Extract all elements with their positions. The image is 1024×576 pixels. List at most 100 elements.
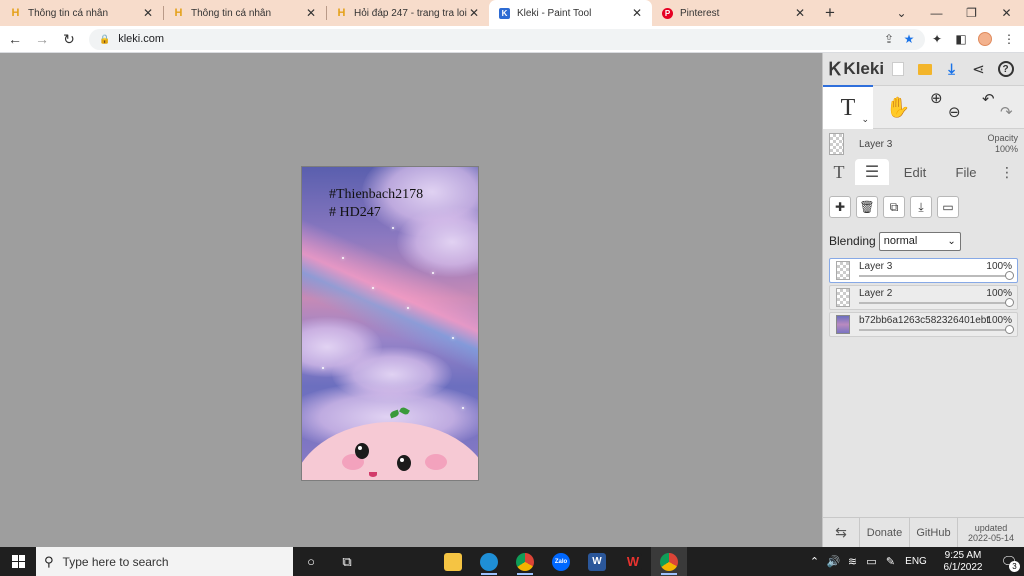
tab-layers[interactable]: ☰ [855,159,889,185]
profile-avatar[interactable] [973,27,997,51]
windows-logo-icon [11,555,25,568]
donate-link[interactable]: Donate [860,517,910,548]
side-panel-icon[interactable]: ◧ [949,27,973,51]
close-tab-icon[interactable]: ✕ [793,6,807,20]
layer-toolbar: ✚ 🗑 ⧉ ⤓ ▭ [823,185,1024,229]
trash-icon: 🗑 [859,200,875,214]
pen-icon[interactable]: ✎ [881,555,900,568]
tab-text-settings[interactable]: T [823,159,855,185]
undo-icon[interactable]: ↶ [982,90,995,108]
slider-knob[interactable] [1005,271,1014,280]
star-sparkle [407,307,409,309]
changelog-link[interactable]: updated 2022-05-14 [958,518,1024,548]
drawing-canvas-area[interactable]: #Thienbach2178 # HD247 [0,53,822,547]
back-arrow-icon[interactable]: ← [3,27,27,51]
artwork-text-line: # HD247 [329,205,381,220]
text-tool-button[interactable]: T ⌄ [823,85,873,129]
forward-arrow-icon[interactable]: → [30,27,54,51]
chevron-down-icon[interactable]: ⌄ [861,114,869,125]
volume-icon[interactable]: 🔊 [824,555,843,568]
file-tab-label: File [955,164,977,180]
language-indicator[interactable]: ENG [900,556,932,567]
battery-icon[interactable]: ▭ [862,555,881,568]
close-tab-icon[interactable]: ✕ [141,6,155,20]
layer-opacity-slider[interactable] [859,325,1014,334]
save-image-button[interactable]: ⤓ [938,57,965,81]
chrome-button[interactable] [507,547,543,576]
layer-thumbnail [829,133,844,155]
tab-edit[interactable]: Edit [889,159,941,185]
delete-layer-button[interactable]: 🗑 [856,196,878,218]
artwork-canvas[interactable]: #Thienbach2178 # HD247 [301,166,479,481]
browser-tab-pinterest[interactable]: P Pinterest ✕ [652,0,815,26]
rename-layer-button[interactable]: ▭ [937,196,959,218]
layer-opacity-slider[interactable] [859,298,1014,307]
layer-thumbnail [836,315,850,334]
word-button[interactable]: W [579,547,615,576]
close-window-icon[interactable]: ✕ [989,0,1024,26]
undo-redo-group: ↶ ↷ [976,87,1020,127]
github-link[interactable]: GitHub [910,517,958,548]
wps-button[interactable]: W [615,547,651,576]
edge-icon [480,552,498,571]
layer-item[interactable]: Layer 3 100% [829,258,1018,283]
notification-count: 3 [1009,561,1020,572]
close-tab-icon[interactable]: ✕ [304,6,318,20]
url-text[interactable]: kleki.com [118,33,879,45]
browser-menu-icon[interactable]: ⋮ [997,27,1021,51]
wifi-icon[interactable]: ≋ [843,555,862,568]
slider-knob[interactable] [1005,298,1014,307]
blending-select[interactable]: normal ⌄ [878,231,961,251]
taskbar-search[interactable]: ⚲ Type here to search [36,547,293,576]
duplicate-layer-button[interactable]: ⧉ [883,196,905,218]
opacity-label: Opacity [987,133,1018,143]
share-button[interactable]: ⋖ [965,57,992,81]
browser-tab-3[interactable]: H Hỏi đáp 247 - trang tra loi ✕ [326,0,489,26]
layer-item[interactable]: b72bb6a1263c582326401ebt 100% [829,312,1018,337]
start-button[interactable] [0,547,36,576]
reload-icon[interactable]: ↻ [57,27,81,51]
close-tab-icon[interactable]: ✕ [467,6,481,20]
chrome-profile-button[interactable] [651,547,687,576]
new-image-button[interactable] [884,57,911,81]
task-view-button[interactable]: ⧉ [329,547,365,576]
close-tab-icon[interactable]: ✕ [630,6,644,20]
extensions-puzzle-icon[interactable]: ✦ [925,27,949,51]
swap-side-button[interactable]: ⇆ [823,517,860,548]
browser-tab-1[interactable]: H Thông tin cá nhân ✕ [0,0,163,26]
cortana-button[interactable]: ○ [293,547,329,576]
tab-file[interactable]: File [941,159,991,185]
open-image-button[interactable] [911,57,938,81]
notifications-button[interactable]: 🗨 3 [994,547,1024,576]
address-bar[interactable]: 🔒 kleki.com ⇪ ★ [89,28,925,50]
tab-search-chevron-icon[interactable]: ⌄ [884,0,919,26]
zoom-out-icon[interactable]: ⊖ [948,103,961,121]
redo-icon[interactable]: ↷ [1000,103,1013,121]
zalo-button[interactable]: Zalo [543,547,579,576]
file-explorer-button[interactable] [435,547,471,576]
kleki-logo[interactable]: Ꮶ Kleki [829,59,884,80]
browser-tab-kleki[interactable]: K Kleki - Paint Tool ✕ [489,0,652,26]
new-tab-button[interactable]: + [817,0,843,26]
chevron-up-icon[interactable]: ⌃ [805,555,824,568]
share-icon[interactable]: ⇪ [879,32,899,46]
opacity-value: 100% [994,144,1018,154]
layer-item[interactable]: Layer 2 100% [829,285,1018,310]
slider-knob[interactable] [1005,325,1014,334]
bookmark-star-icon[interactable]: ★ [899,32,919,46]
layer-opacity-slider[interactable] [859,271,1014,280]
browser-tab-2[interactable]: H Thông tin cá nhân ✕ [163,0,326,26]
panel-menu-button[interactable]: ⋮ [991,159,1023,185]
zoom-in-icon[interactable]: ⊕ [930,89,943,107]
minimize-icon[interactable]: — [919,0,954,26]
restore-icon[interactable]: ❐ [954,0,989,26]
clock[interactable]: 9:25 AM 6/1/2022 [932,550,994,574]
word-icon: W [588,552,606,571]
lock-icon[interactable]: 🔒 [99,34,110,45]
github-label: GitHub [916,526,951,539]
add-layer-button[interactable]: ✚ [829,196,851,218]
merge-layer-button[interactable]: ⤓ [910,196,932,218]
help-button[interactable]: ? [992,57,1019,81]
edge-button[interactable] [471,547,507,576]
hand-tool-button[interactable]: ✋ [873,85,923,129]
